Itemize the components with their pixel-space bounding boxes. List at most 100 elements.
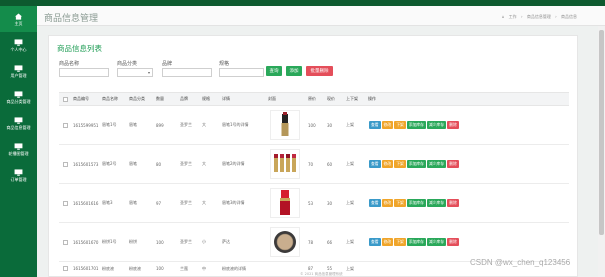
cell-detail: 眉笔2的详情 xyxy=(222,161,245,166)
sidebar-item-products[interactable]: 商品信息管理 xyxy=(0,110,37,136)
view-button[interactable]: 查看 xyxy=(369,238,381,246)
cell-actions: 查看 修改 下架 添加库存 减少库存 删除 xyxy=(366,121,466,129)
add-stock-button[interactable]: 添加库存 xyxy=(406,121,426,129)
add-stock-button[interactable]: 添加库存 xyxy=(406,199,426,207)
sidebar-item-carousel[interactable]: 轮播图管理 xyxy=(0,136,37,162)
cell-actions: 查看 修改 下架 添加库存 减少库存 删除 xyxy=(366,199,466,207)
cell-original-price: 87 xyxy=(308,266,314,271)
table-row: 1615599951 眉笔1号 眉笔 899 圣罗兰 大 眉笔1号的详情 100… xyxy=(59,106,569,145)
vertical-scrollbar-thumb[interactable] xyxy=(599,30,604,235)
select-all-checkbox[interactable] xyxy=(63,96,68,102)
sidebar-item-home[interactable]: 主页 xyxy=(0,6,37,32)
reduce-stock-button[interactable]: 减少库存 xyxy=(426,121,447,129)
unlist-button[interactable]: 下架 xyxy=(394,121,406,129)
edit-button[interactable]: 修改 xyxy=(381,238,394,246)
product-table: 商品编号 商品名称 商品分类 数量 品牌 规格 详情 封面 原价 现价 上下架 … xyxy=(59,92,569,276)
delete-button[interactable]: 删除 xyxy=(447,160,459,168)
add-stock-button[interactable]: 添加库存 xyxy=(406,160,426,168)
cell-category: 眉笔 xyxy=(129,161,137,166)
cell-spec: 大 xyxy=(202,161,206,166)
unlist-button[interactable]: 下架 xyxy=(394,238,406,246)
search-button[interactable]: 查询 xyxy=(266,66,282,76)
sidebar-item-users[interactable]: 用户管理 xyxy=(0,58,37,84)
unlist-button[interactable]: 下架 xyxy=(394,199,406,207)
sidebar-item-profile[interactable]: 个人中心 xyxy=(0,32,37,58)
monitor-icon xyxy=(14,116,23,124)
row-checkbox[interactable] xyxy=(63,266,68,271)
name-filter-input[interactable] xyxy=(59,68,109,77)
monitor-icon xyxy=(14,38,23,46)
sidebar-item-label: 商品分类管理 xyxy=(6,98,31,104)
cell-original-price: 70 xyxy=(308,161,314,167)
spec-filter-input[interactable] xyxy=(219,68,264,77)
cell-cover xyxy=(266,110,306,140)
cell-original-price: 100 xyxy=(308,122,316,128)
batch-delete-button[interactable]: 批量删除 xyxy=(306,66,333,76)
cell-current-price: 30 xyxy=(327,122,333,128)
product-cover-image xyxy=(270,149,300,179)
sidebar-item-label: 商品信息管理 xyxy=(6,124,31,130)
cell-code: 1615601616 xyxy=(73,200,99,206)
brand-filter-input[interactable] xyxy=(162,68,212,77)
delete-button[interactable]: 删除 xyxy=(447,199,459,207)
column-header: 上下架 xyxy=(346,96,358,101)
breadcrumb-item: 商品信息 xyxy=(561,14,577,19)
select-all-cell xyxy=(59,96,71,102)
breadcrumb-home-icon: ⌂ xyxy=(501,14,505,19)
reduce-stock-button[interactable]: 减少库存 xyxy=(426,238,447,246)
row-checkbox[interactable] xyxy=(63,122,68,128)
reduce-stock-button[interactable]: 减少库存 xyxy=(426,199,447,207)
cell-status: 上架 xyxy=(346,161,354,166)
watermark: CSDN @wx_chen_q123456 xyxy=(470,258,571,267)
cell-quantity: 100 xyxy=(156,239,164,245)
footer-text: © 2021 商品信息管理系统 xyxy=(300,272,343,276)
cell-name: 眉笔1号 xyxy=(102,122,117,127)
cell-quantity: 100 xyxy=(156,266,164,271)
cell-category: 眉笔 xyxy=(129,122,137,127)
cell-brand: 圣罗兰 xyxy=(180,239,192,244)
monitor-icon xyxy=(14,90,23,98)
edit-button[interactable]: 修改 xyxy=(381,121,394,129)
cell-spec: 中 xyxy=(202,266,206,271)
row-checkbox[interactable] xyxy=(63,161,68,167)
name-filter-label: 商品名称 xyxy=(59,61,80,67)
card-title: 商品信息列表 xyxy=(57,44,102,53)
row-checkbox[interactable] xyxy=(63,239,68,245)
reduce-stock-button[interactable]: 减少库存 xyxy=(426,160,447,168)
view-button[interactable]: 查看 xyxy=(369,121,381,129)
cell-original-price: 53 xyxy=(308,200,314,206)
add-button[interactable]: 添加 xyxy=(286,66,302,76)
breadcrumb-item[interactable]: 商品信息管理 xyxy=(527,14,551,19)
delete-button[interactable]: 删除 xyxy=(447,238,459,246)
column-header: 现价 xyxy=(327,96,335,101)
cell-status: 上架 xyxy=(346,122,354,127)
cell-name: 粉饼1号 xyxy=(102,239,117,244)
cell-actions: 查看 修改 下架 添加库存 减少库存 删除 xyxy=(366,238,466,246)
breadcrumb-item[interactable]: 工作 xyxy=(509,14,517,19)
add-stock-button[interactable]: 添加库存 xyxy=(406,238,426,246)
column-header: 数量 xyxy=(156,96,164,101)
delete-button[interactable]: 删除 xyxy=(447,121,459,129)
unlist-button[interactable]: 下架 xyxy=(394,160,406,168)
edit-button[interactable]: 修改 xyxy=(381,199,394,207)
cell-detail: 萨达 xyxy=(222,239,230,244)
brand-filter-label: 品牌 xyxy=(162,61,173,67)
sidebar-item-categories[interactable]: 商品分类管理 xyxy=(0,84,37,110)
cell-current-price: 30 xyxy=(327,200,333,206)
cell-name: 眉笔3 xyxy=(102,200,113,205)
view-button[interactable]: 查看 xyxy=(369,160,381,168)
cell-quantity: 80 xyxy=(156,161,162,167)
sidebar-item-orders[interactable]: 订单管理 xyxy=(0,162,37,188)
edit-button[interactable]: 修改 xyxy=(381,160,394,168)
cell-current-price: 66 xyxy=(327,239,333,245)
breadcrumb-separator: › xyxy=(555,14,557,19)
cell-status: 上架 xyxy=(346,266,354,271)
category-filter-label: 商品分类 xyxy=(117,61,138,67)
cell-brand: 圣罗兰 xyxy=(180,122,192,127)
column-header: 封面 xyxy=(268,96,276,101)
cell-current-price: 60 xyxy=(327,161,333,167)
view-button[interactable]: 查看 xyxy=(369,199,381,207)
monitor-icon xyxy=(14,64,23,72)
category-filter-select[interactable]: ▾ xyxy=(117,68,153,77)
row-checkbox[interactable] xyxy=(63,200,68,206)
